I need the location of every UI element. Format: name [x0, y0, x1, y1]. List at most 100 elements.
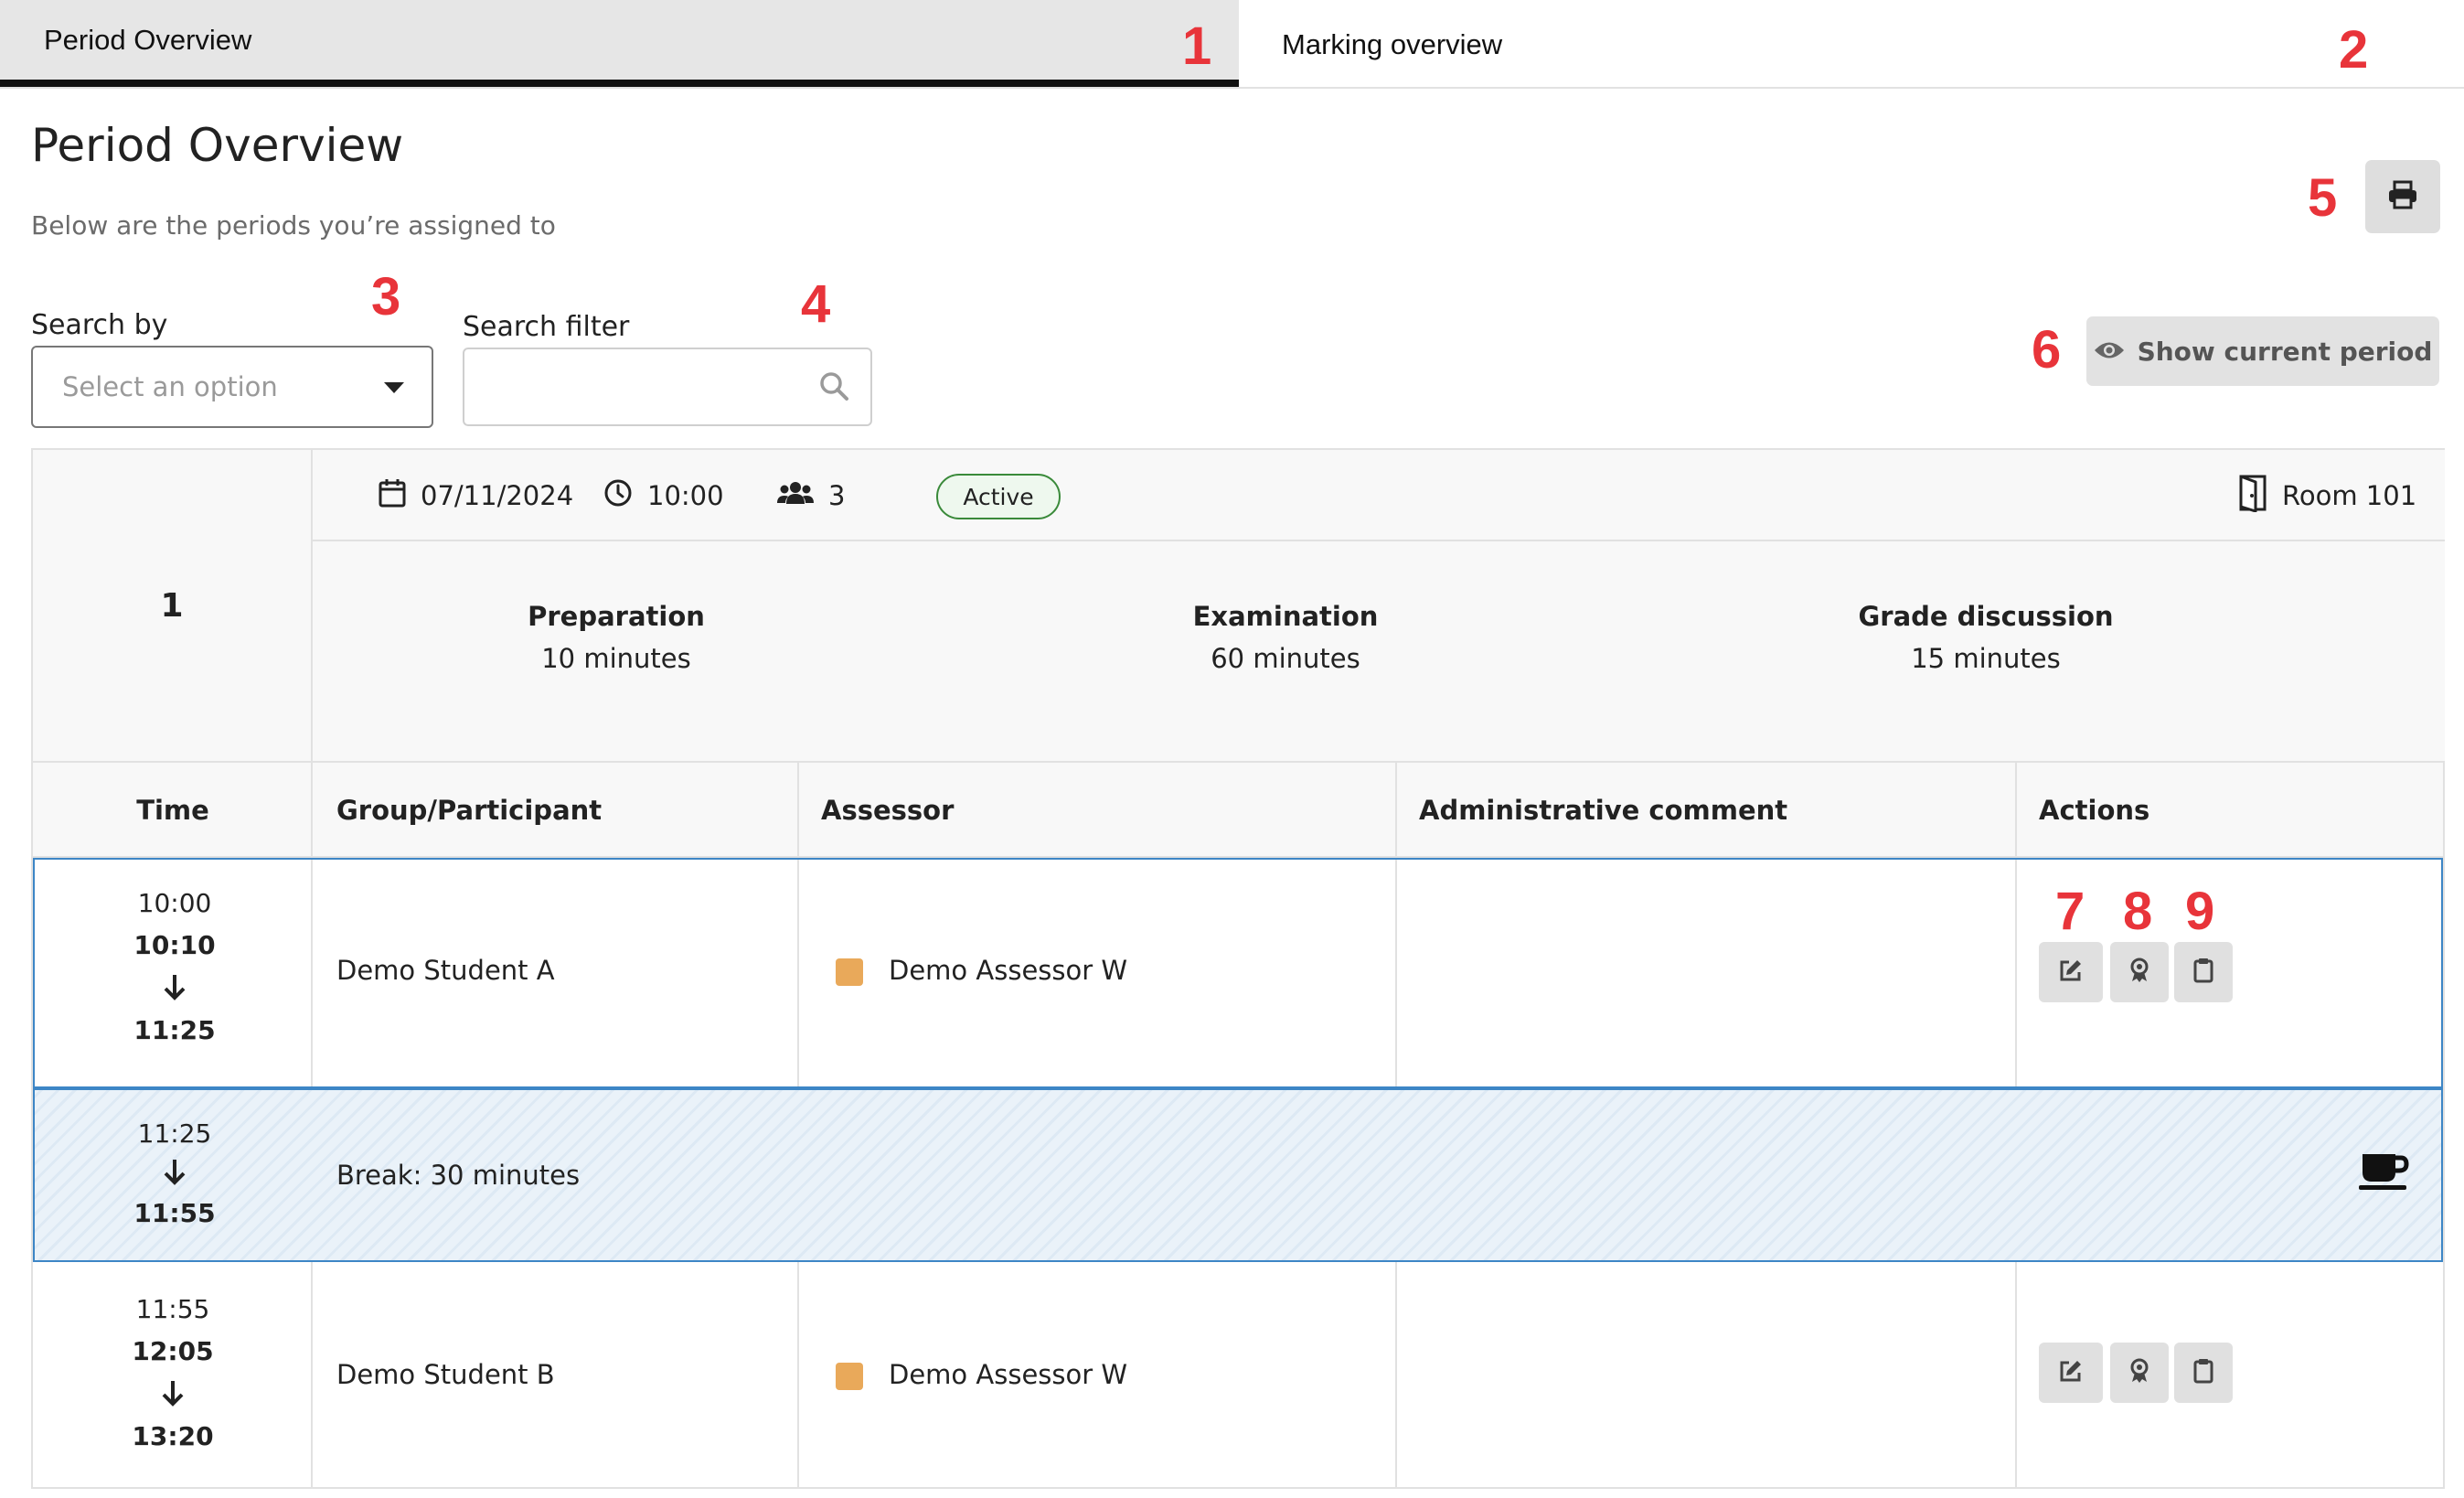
period-participants-value: 3: [828, 480, 846, 511]
phase-examination: Examination 60 minutes: [1093, 601, 1477, 674]
period-room: Room 101: [2238, 450, 2416, 541]
assessor-color-swatch: [836, 958, 863, 986]
edit-button[interactable]: [2039, 1343, 2103, 1403]
tab-marking-overview[interactable]: Marking overview: [1239, 0, 2464, 89]
phase-duration: 60 minutes: [1211, 643, 1360, 674]
participant-name: Demo Student B: [336, 1359, 555, 1390]
search-filter-field[interactable]: [463, 348, 872, 426]
search-filter-label: Search filter: [463, 311, 630, 343]
annotation-marker-9: 9: [2185, 882, 2215, 941]
search-icon: [817, 369, 850, 406]
period-participants: 3: [777, 450, 845, 541]
chevron-down-icon: [384, 382, 404, 393]
break-end: 11:55: [133, 1198, 216, 1228]
time-end: 13:20: [132, 1421, 214, 1451]
annotation-marker-3: 3: [371, 267, 401, 326]
period-time: 10:00: [603, 450, 724, 541]
table-row[interactable]: 11:55 12:05 13:20 Demo Student B Demo As…: [33, 1262, 2443, 1487]
arrow-down-icon: [35, 1158, 315, 1190]
tab-period-overview-label: Period Overview: [44, 23, 252, 56]
phase-duration: 10 minutes: [541, 643, 691, 674]
tab-bar: Period Overview Marking overview: [0, 0, 2464, 89]
period-card: 1 07/11/2024 10:00 3 Active Room 101 Pre…: [31, 448, 2445, 1489]
column-divider: [1395, 860, 1397, 1086]
annotation-marker-4: 4: [801, 274, 831, 334]
edit-icon: [2058, 1358, 2084, 1387]
phase-name: Examination: [1192, 601, 1379, 632]
tab-marking-overview-label: Marking overview: [1282, 27, 1503, 60]
calendar-icon: [379, 478, 406, 514]
assessor-color-swatch: [836, 1363, 863, 1390]
search-by-select[interactable]: Select an option: [31, 346, 433, 428]
period-room-value: Room 101: [2282, 480, 2417, 511]
column-divider: [797, 1262, 799, 1487]
column-divider: [2015, 860, 2017, 1086]
award-button[interactable]: [2110, 942, 2169, 1002]
door-icon: [2238, 474, 2267, 519]
annotation-marker-2: 2: [2339, 20, 2369, 80]
clipboard-icon: [2193, 1358, 2213, 1387]
column-divider: [311, 450, 313, 858]
award-button[interactable]: [2110, 1343, 2169, 1403]
column-header-comment: Administrative comment: [1419, 795, 1788, 826]
clipboard-icon: [2193, 958, 2213, 987]
column-divider: [797, 761, 799, 858]
search-by-label: Search by: [31, 309, 168, 341]
time-exam-start: 10:10: [133, 930, 216, 960]
clipboard-button[interactable]: [2174, 942, 2233, 1002]
time-start: 10:00: [137, 888, 212, 918]
row-time: 10:00 10:10 11:25: [35, 891, 315, 1043]
annotation-marker-5: 5: [2308, 168, 2338, 228]
users-icon: [777, 480, 814, 511]
period-date: 07/11/2024: [379, 450, 573, 541]
annotation-marker-7: 7: [2055, 882, 2085, 941]
period-info-row: 07/11/2024 10:00 3 Active Room 101: [313, 450, 2445, 541]
time-exam-start: 12:05: [132, 1336, 214, 1366]
edit-button[interactable]: [2039, 942, 2103, 1002]
clock-icon: [603, 478, 633, 514]
time-start: 11:55: [135, 1294, 210, 1324]
column-header-time: Time: [136, 795, 209, 826]
time-end: 11:25: [133, 1015, 216, 1045]
tab-period-overview[interactable]: Period Overview: [0, 0, 1239, 87]
print-icon: [2387, 180, 2418, 213]
break-time: 11:25 11:55: [35, 1121, 315, 1226]
period-number: 1: [33, 450, 313, 761]
assessor-name: Demo Assessor W: [889, 955, 1128, 986]
period-time-value: 10:00: [647, 480, 724, 511]
column-divider: [1395, 1262, 1397, 1487]
show-current-period-button[interactable]: Show current period: [2086, 316, 2439, 386]
phase-grade-discussion: Grade discussion 15 minutes: [1794, 601, 2178, 674]
coffee-icon: [2359, 1152, 2410, 1194]
phase-name: Grade discussion: [1858, 601, 2114, 632]
column-divider: [1395, 761, 1397, 858]
column-header-actions: Actions: [2039, 795, 2150, 826]
annotation-marker-1: 1: [1182, 16, 1212, 76]
table-row[interactable]: 10:00 10:10 11:25 Demo Student A Demo As…: [33, 858, 2443, 1088]
column-divider: [2015, 761, 2017, 858]
phase-duration: 15 minutes: [1911, 643, 2061, 674]
participant-name: Demo Student A: [336, 955, 555, 986]
phase-name: Preparation: [528, 601, 705, 632]
print-button[interactable]: [2365, 160, 2440, 233]
table-header: Time Group/Participant Assessor Administ…: [33, 761, 2443, 858]
show-current-period-label: Show current period: [2137, 336, 2433, 367]
column-header-assessor: Assessor: [821, 795, 955, 826]
annotation-marker-6: 6: [2032, 320, 2062, 380]
award-icon: [2128, 1358, 2150, 1387]
arrow-down-icon: [35, 973, 315, 1005]
column-header-participant: Group/Participant: [336, 795, 603, 826]
phase-row: Preparation 10 minutes Examination 60 mi…: [313, 541, 2445, 761]
row-time: 11:55 12:05 13:20: [33, 1297, 313, 1450]
annotation-marker-8: 8: [2123, 882, 2153, 941]
eye-icon: [2094, 337, 2125, 367]
search-filter-input[interactable]: [481, 349, 810, 423]
column-divider: [2015, 1262, 2017, 1487]
phase-preparation: Preparation 10 minutes: [424, 601, 808, 674]
status-badge: Active: [936, 474, 1061, 519]
clipboard-button[interactable]: [2174, 1343, 2233, 1403]
edit-icon: [2058, 958, 2084, 987]
period-date-value: 07/11/2024: [421, 480, 574, 511]
award-icon: [2128, 958, 2150, 987]
column-divider: [797, 860, 799, 1086]
